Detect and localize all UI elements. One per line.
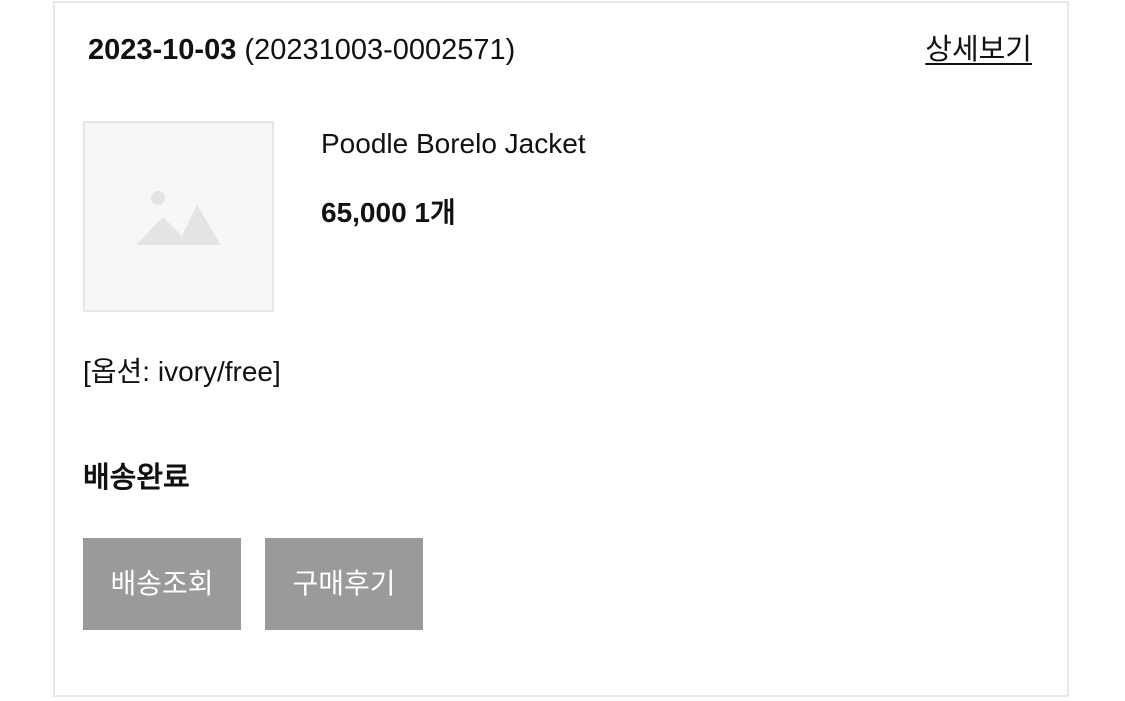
view-details-link[interactable]: 상세보기	[925, 31, 1032, 69]
order-number: (20231003-0002571)	[244, 34, 516, 66]
image-placeholder-icon	[136, 191, 221, 245]
order-card: 2023-10-03 (20231003-0002571) 상세보기 Poodl…	[53, 1, 1069, 697]
order-header: 2023-10-03 (20231003-0002571)	[88, 31, 515, 69]
order-date: 2023-10-03	[88, 34, 237, 66]
product-price-quantity: 65,000 1개	[321, 197, 456, 228]
order-status: 배송완료	[83, 462, 190, 494]
write-review-button[interactable]: 구매후기	[265, 538, 423, 630]
product-thumbnail[interactable]	[83, 121, 274, 312]
product-option: [옵션: ivory/free]	[83, 356, 281, 387]
product-name[interactable]: Poodle Borelo Jacket	[321, 126, 586, 162]
track-shipment-button[interactable]: 배송조회	[83, 538, 241, 630]
